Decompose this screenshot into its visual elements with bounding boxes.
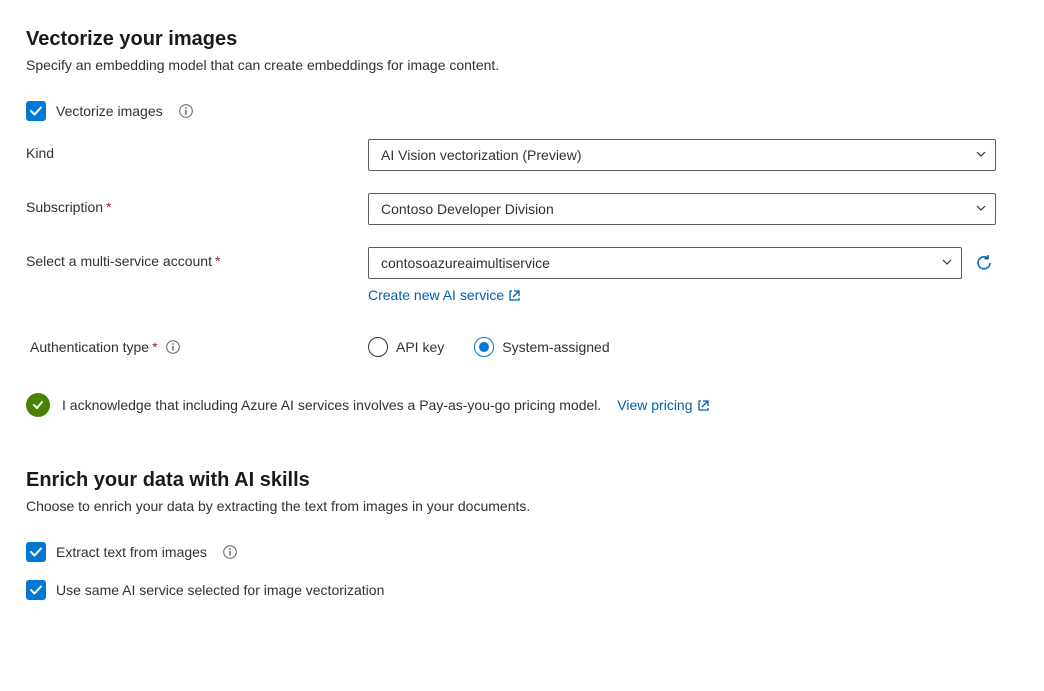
acknowledge-checkmark[interactable] [26, 393, 50, 417]
create-link-text: Create new AI service [368, 287, 504, 303]
vectorize-images-checkbox[interactable] [26, 101, 46, 121]
chevron-down-icon [975, 201, 987, 217]
subscription-label: Subscription [26, 199, 103, 215]
refresh-icon [975, 254, 993, 272]
vectorize-section: Vectorize your images Specify an embeddi… [26, 28, 1018, 417]
checkmark-icon [29, 583, 43, 597]
radio-checked-icon [474, 337, 494, 357]
required-marker: * [152, 339, 157, 355]
auth-api-key-option[interactable]: API key [368, 337, 444, 357]
vectorize-title: Vectorize your images [26, 28, 1018, 51]
vectorize-subtitle: Specify an embedding model that can crea… [26, 57, 1018, 73]
required-marker: * [106, 199, 111, 215]
subscription-value: Contoso Developer Division [381, 201, 554, 217]
view-pricing-text: View pricing [617, 397, 692, 413]
auth-sys-label: System-assigned [502, 339, 609, 355]
kind-value: AI Vision vectorization (Preview) [381, 147, 581, 163]
vectorize-images-label: Vectorize images [56, 103, 163, 119]
checkmark-icon [29, 104, 43, 118]
refresh-button[interactable] [972, 251, 996, 275]
subscription-select[interactable]: Contoso Developer Division [368, 193, 996, 225]
create-ai-service-link[interactable]: Create new AI service [368, 287, 521, 303]
external-link-icon [697, 399, 710, 412]
auth-system-assigned-option[interactable]: System-assigned [474, 337, 609, 357]
info-icon[interactable] [166, 340, 180, 354]
chevron-down-icon [975, 147, 987, 163]
checkmark-icon [31, 398, 45, 412]
info-icon[interactable] [179, 104, 193, 118]
radio-unchecked-icon [368, 337, 388, 357]
same-service-label: Use same AI service selected for image v… [56, 582, 384, 598]
account-value: contosoazureaimultiservice [381, 255, 550, 271]
auth-label: Authentication type [30, 339, 149, 355]
view-pricing-link[interactable]: View pricing [617, 397, 709, 413]
external-link-icon [508, 289, 521, 302]
same-service-checkbox[interactable] [26, 580, 46, 600]
extract-text-label: Extract text from images [56, 544, 207, 560]
enrich-title: Enrich your data with AI skills [26, 469, 1018, 492]
account-select[interactable]: contosoazureaimultiservice [368, 247, 962, 279]
info-icon[interactable] [223, 545, 237, 559]
enrich-subtitle: Choose to enrich your data by extracting… [26, 498, 1018, 514]
auth-radio-group: API key System-assigned [368, 333, 996, 357]
checkmark-icon [29, 545, 43, 559]
extract-text-checkbox[interactable] [26, 542, 46, 562]
kind-select[interactable]: AI Vision vectorization (Preview) [368, 139, 996, 171]
required-marker: * [215, 253, 220, 269]
kind-label: Kind [26, 145, 54, 161]
acknowledge-text: I acknowledge that including Azure AI se… [62, 397, 601, 413]
chevron-down-icon [941, 255, 953, 271]
account-label: Select a multi-service account [26, 253, 212, 269]
auth-api-label: API key [396, 339, 444, 355]
enrich-section: Enrich your data with AI skills Choose t… [26, 469, 1018, 600]
